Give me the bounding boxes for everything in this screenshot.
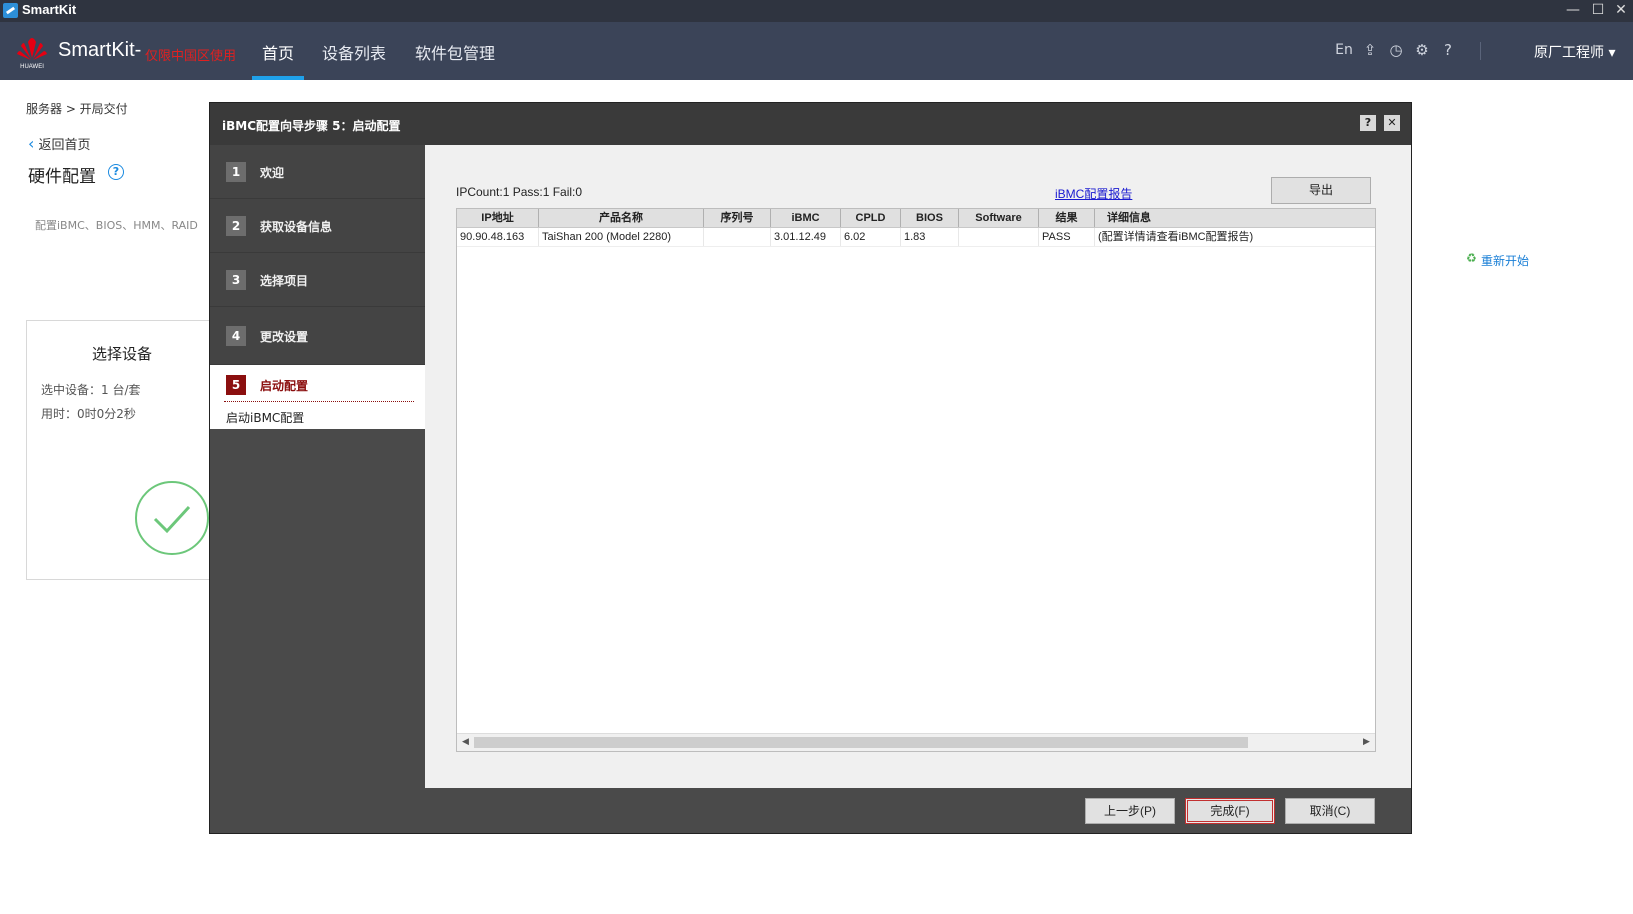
table-row[interactable]: 90.90.48.163 TaiShan 200 (Model 2280) 3.… bbox=[457, 228, 1375, 247]
scroll-right-icon[interactable]: ▶ bbox=[1358, 734, 1375, 751]
step-sub-label: 启动iBMC配置 bbox=[226, 411, 305, 425]
step-label: 获取设备信息 bbox=[260, 220, 333, 234]
nav-package-manager[interactable]: 软件包管理 bbox=[415, 40, 495, 64]
cell-ibmc: 3.01.12.49 bbox=[771, 228, 841, 246]
step-number: 4 bbox=[226, 326, 246, 346]
result-stats: IPCount:1 Pass:1 Fail:0 bbox=[456, 185, 583, 199]
col-bios[interactable]: BIOS bbox=[901, 209, 959, 227]
dialog-help-icon[interactable]: ? bbox=[1360, 115, 1376, 131]
page-title: 硬件配置 bbox=[28, 167, 96, 187]
col-result[interactable]: 结果 bbox=[1039, 209, 1095, 227]
nav-active-indicator bbox=[252, 76, 304, 80]
cell-result: PASS bbox=[1039, 228, 1095, 246]
huawei-logo-text: HUAWEI bbox=[20, 64, 44, 70]
col-ibmc[interactable]: iBMC bbox=[771, 209, 841, 227]
step-label: 更改设置 bbox=[260, 330, 309, 344]
step-number: 1 bbox=[226, 162, 246, 182]
step-number: 3 bbox=[226, 270, 246, 290]
horizontal-scrollbar[interactable]: ◀ ▶ bbox=[457, 733, 1375, 751]
cell-detail: (配置详情请查看iBMC配置报告) bbox=[1098, 231, 1254, 243]
cell-serial bbox=[704, 228, 771, 246]
step-number: 2 bbox=[226, 216, 246, 236]
step-number: 5 bbox=[226, 375, 246, 395]
step-change-settings[interactable]: 4 更改设置 bbox=[210, 307, 425, 365]
elapsed-time: 用时：0时0分2秒 bbox=[41, 407, 136, 421]
step-start-config[interactable]: 5 启动配置 启动iBMC配置 bbox=[210, 365, 425, 429]
scroll-left-icon[interactable]: ◀ bbox=[457, 734, 474, 751]
ibmc-report-link[interactable]: iBMC配置报告 bbox=[1055, 185, 1132, 202]
col-serial[interactable]: 序列号 bbox=[704, 209, 771, 227]
card-title: 选择设备 bbox=[91, 345, 152, 363]
result-table: IP地址 产品名称 序列号 iBMC CPLD BIOS Software 结果… bbox=[456, 208, 1376, 752]
user-menu[interactable]: 原厂工程师 ▾ bbox=[1534, 42, 1615, 62]
step-welcome[interactable]: 1 欢迎 bbox=[210, 145, 425, 199]
window-title: SmartKit bbox=[22, 2, 77, 17]
brand-name: SmartKit- bbox=[58, 39, 142, 61]
finish-button[interactable]: 完成(F) bbox=[1185, 798, 1275, 824]
language-toggle[interactable]: En bbox=[1334, 40, 1354, 60]
dialog-titlebar: iBMC配置向导步骤 5：启动配置 ? ✕ bbox=[210, 103, 1411, 145]
wizard-content: IPCount:1 Pass:1 Fail:0 iBMC配置报告 导出 IP地址… bbox=[425, 145, 1411, 788]
back-home-label: 返回首页 bbox=[38, 138, 91, 153]
success-check-icon bbox=[135, 481, 209, 555]
prev-button[interactable]: 上一步(P) bbox=[1085, 798, 1175, 824]
gear-icon[interactable]: ⚙ bbox=[1412, 40, 1432, 60]
back-home-link[interactable]: ‹ 返回首页 bbox=[28, 134, 91, 153]
header-divider bbox=[1480, 42, 1481, 60]
maximize-icon[interactable]: ☐ bbox=[1587, 0, 1609, 22]
export-button[interactable]: 导出 bbox=[1271, 177, 1371, 204]
breadcrumb: 服务器 > 开局交付 bbox=[26, 102, 128, 116]
dialog-close-icon[interactable]: ✕ bbox=[1384, 115, 1400, 131]
refresh-icon: ♻ bbox=[1466, 251, 1477, 265]
chevron-left-icon: ‹ bbox=[28, 134, 35, 153]
ibmc-wizard-dialog: iBMC配置向导步骤 5：启动配置 ? ✕ 1 欢迎 2 获取设备信息 3 选择… bbox=[209, 102, 1412, 834]
cell-product: TaiShan 200 (Model 2280) bbox=[539, 228, 704, 246]
step-label: 欢迎 bbox=[260, 166, 285, 180]
window-titlebar: SmartKit — ☐ ✕ bbox=[0, 0, 1633, 22]
cell-cpld: 6.02 bbox=[841, 228, 901, 246]
dialog-title: iBMC配置向导步骤 5：启动配置 bbox=[222, 119, 401, 133]
restart-link[interactable]: 重新开始 bbox=[1481, 252, 1529, 269]
col-detail[interactable]: 详细信息 bbox=[1095, 209, 1375, 227]
step-select-items[interactable]: 3 选择项目 bbox=[210, 253, 425, 307]
smartkit-app-icon bbox=[3, 3, 18, 18]
scroll-thumb[interactable] bbox=[474, 737, 1248, 748]
cell-ip: 90.90.48.163 bbox=[457, 228, 539, 246]
col-cpld[interactable]: CPLD bbox=[841, 209, 901, 227]
page-description: 配置iBMC、BIOS、HMM、RAID bbox=[35, 219, 198, 232]
step-divider bbox=[224, 401, 414, 402]
upload-icon[interactable]: ⇪ bbox=[1360, 40, 1380, 60]
app-header: HUAWEI SmartKit- 仅限中国区使用 首页 设备列表 软件包管理 E… bbox=[0, 22, 1633, 80]
huawei-logo-icon: HUAWEI bbox=[17, 38, 47, 70]
col-product[interactable]: 产品名称 bbox=[539, 209, 704, 227]
selected-count: 选中设备：1 台/套 bbox=[41, 383, 141, 397]
nav-device-list[interactable]: 设备列表 bbox=[322, 40, 386, 64]
select-device-card: 选择设备 选中设备：1 台/套 用时：0时0分2秒 bbox=[26, 320, 218, 580]
nav-home[interactable]: 首页 bbox=[262, 40, 294, 64]
cell-software bbox=[959, 228, 1039, 246]
close-window-icon[interactable]: ✕ bbox=[1610, 0, 1632, 22]
cancel-button[interactable]: 取消(C) bbox=[1285, 798, 1375, 824]
step-get-device-info[interactable]: 2 获取设备信息 bbox=[210, 199, 425, 253]
help-circle-icon[interactable]: ? bbox=[108, 164, 124, 180]
help-icon[interactable]: ? bbox=[1438, 40, 1458, 60]
col-ip[interactable]: IP地址 bbox=[457, 209, 539, 227]
col-software[interactable]: Software bbox=[959, 209, 1039, 227]
step-label: 选择项目 bbox=[260, 274, 309, 288]
history-icon[interactable]: ◷ bbox=[1386, 40, 1406, 60]
table-header: IP地址 产品名称 序列号 iBMC CPLD BIOS Software 结果… bbox=[457, 209, 1375, 228]
brand-region-note: 仅限中国区使用 bbox=[145, 49, 237, 64]
cell-bios: 1.83 bbox=[901, 228, 959, 246]
step-label: 启动配置 bbox=[260, 379, 309, 393]
minimize-icon[interactable]: — bbox=[1562, 0, 1584, 22]
